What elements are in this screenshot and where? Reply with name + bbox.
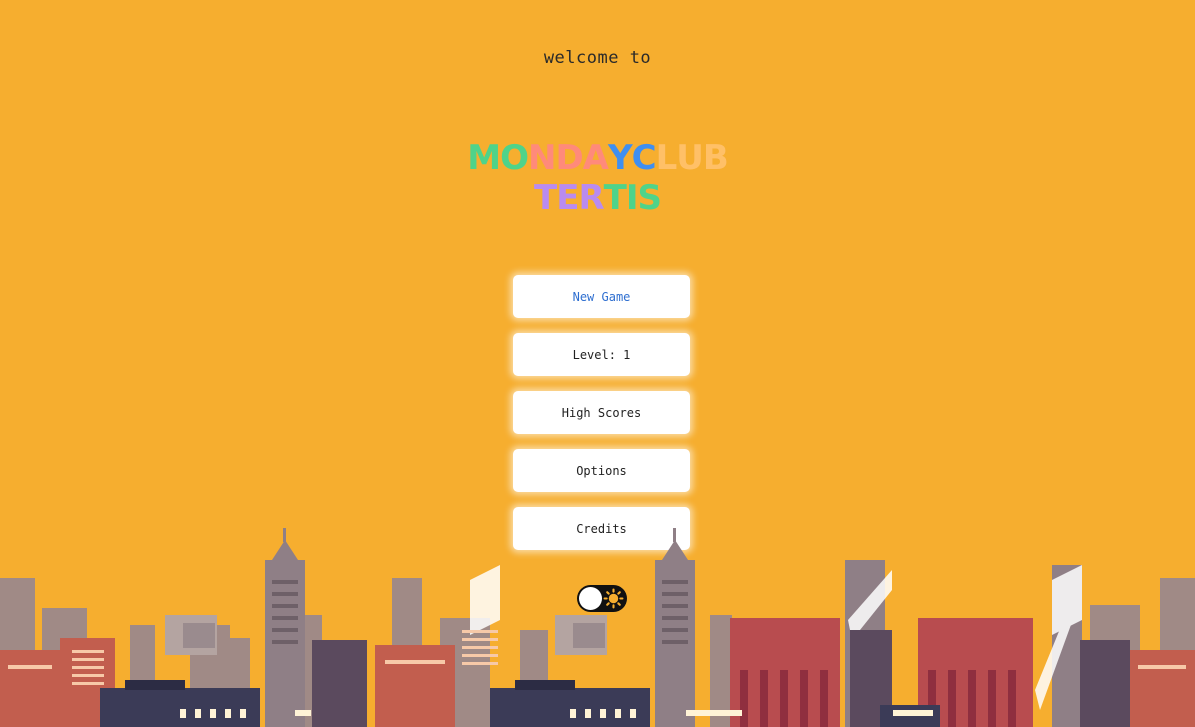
logo-letter: D xyxy=(555,138,583,178)
sun-icon xyxy=(603,588,624,609)
logo-letter: E xyxy=(556,178,579,218)
logo-letter: T xyxy=(603,178,627,218)
welcome-text: welcome to xyxy=(543,48,652,68)
logo-letter: U xyxy=(676,138,704,178)
high-scores-button[interactable]: High Scores xyxy=(513,391,690,434)
options-button[interactable]: Options xyxy=(513,449,690,492)
logo-line-2: TERTIS xyxy=(0,178,1195,218)
theme-toggle[interactable] xyxy=(577,585,627,612)
logo-letter: O xyxy=(500,138,529,178)
logo-letter: R xyxy=(578,178,604,218)
logo-letter: S xyxy=(637,178,661,218)
logo-letter: N xyxy=(527,138,556,178)
logo-letter: T xyxy=(534,178,557,218)
toggle-knob xyxy=(579,587,602,610)
logo-line-1: MONDAYCLUB xyxy=(0,138,1195,178)
logo-letter: M xyxy=(467,138,501,178)
logo-letter: A xyxy=(582,138,609,178)
city-skyline-background xyxy=(0,528,1195,727)
logo-letter: B xyxy=(702,138,729,178)
logo-letter: Y xyxy=(608,138,633,178)
logo-letter: I xyxy=(625,178,639,218)
level-button[interactable]: Level: 1 xyxy=(513,333,690,376)
logo-letter: L xyxy=(655,138,678,178)
new-game-button[interactable]: New Game xyxy=(513,275,690,318)
logo-letter: C xyxy=(631,138,657,178)
game-title-screen: welcome to MONDAYCLUB TERTIS New Game Le… xyxy=(0,0,1195,727)
game-logo: MONDAYCLUB TERTIS xyxy=(0,138,1195,218)
